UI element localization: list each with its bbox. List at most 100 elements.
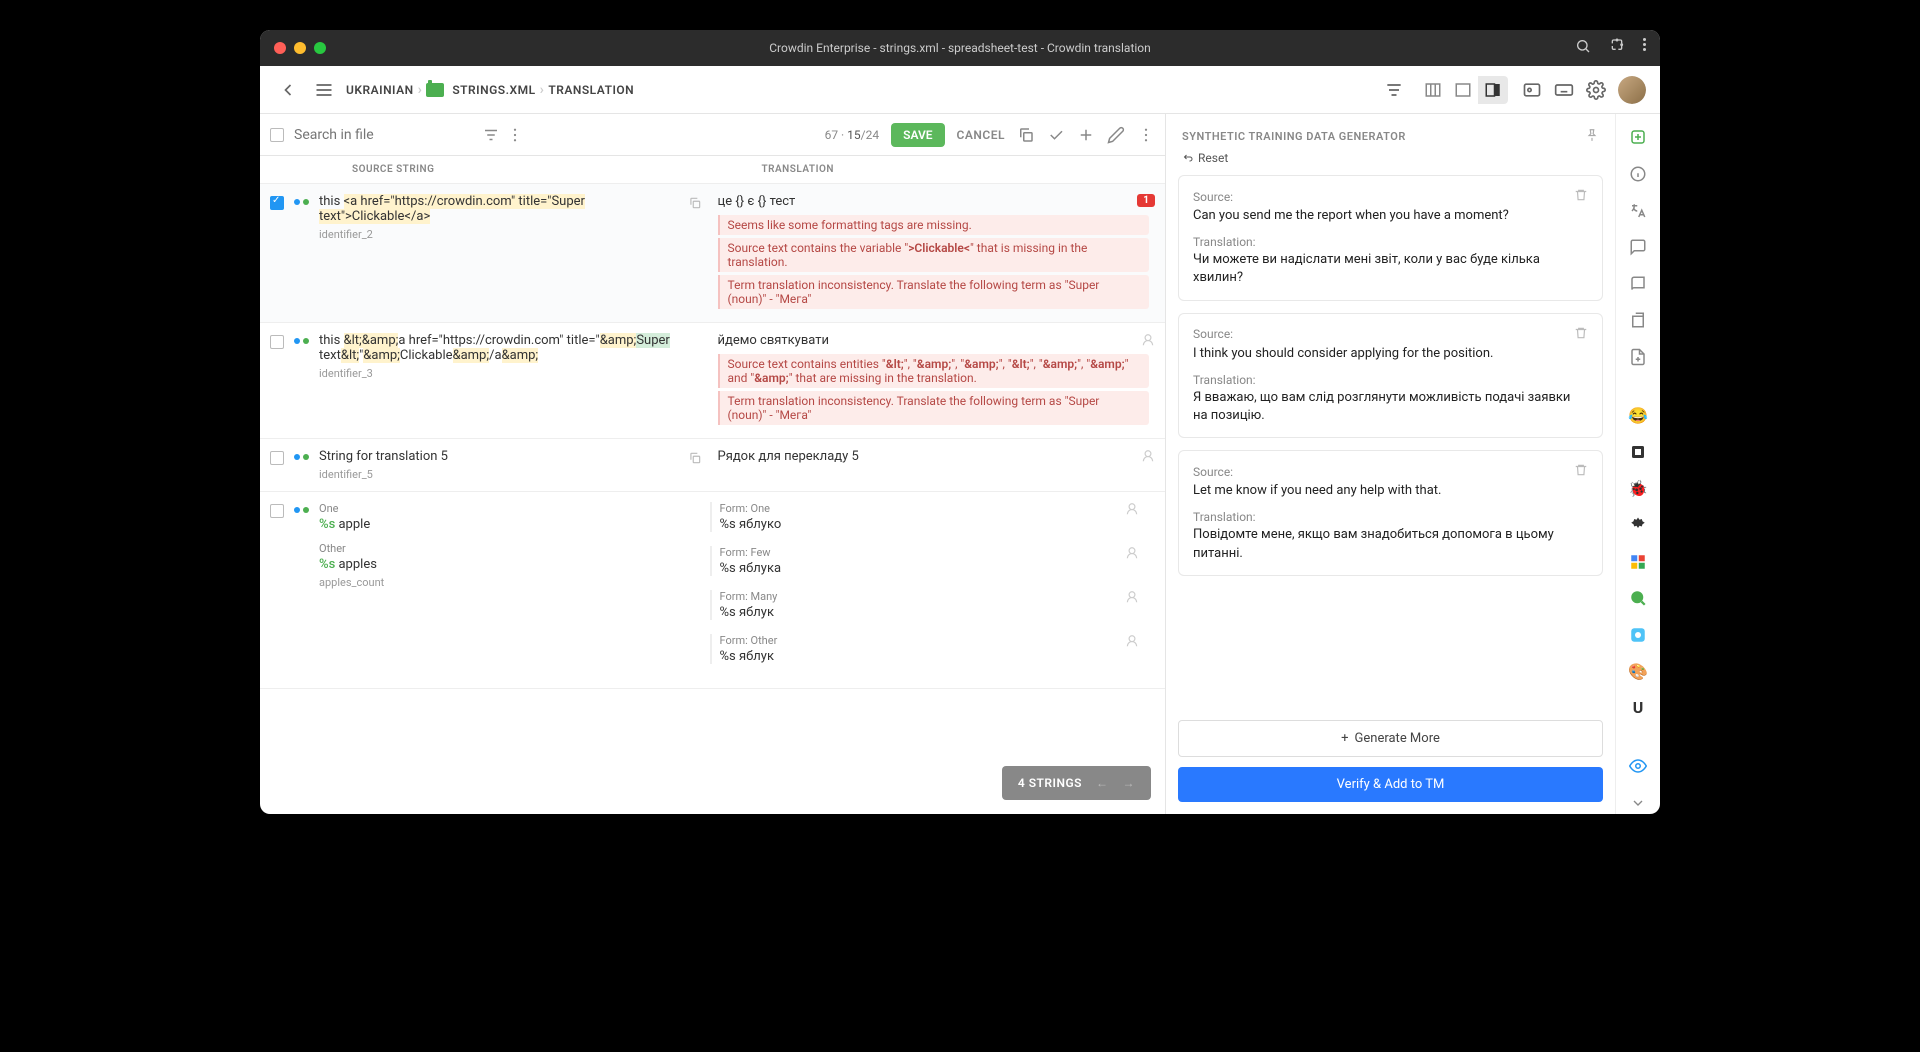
string-identifier: identifier_3 — [319, 367, 702, 380]
error-badge[interactable]: 1 — [1137, 194, 1155, 207]
row-checkbox[interactable] — [270, 504, 284, 518]
string-row[interactable]: One %s apple Other %s apples apples_coun… — [260, 492, 1165, 689]
source-text: this &lt;&amp;a href="https://crowdin.co… — [319, 333, 702, 363]
rail-emoji-laugh[interactable]: 😂 — [1626, 404, 1650, 427]
copy-source-icon[interactable] — [688, 196, 702, 312]
approve-icon[interactable] — [1047, 126, 1065, 144]
sort-icon[interactable] — [1380, 76, 1408, 104]
plural-form-label: Form: One — [720, 502, 1120, 515]
breadcrumb-mode[interactable]: TRANSLATION — [548, 83, 634, 97]
save-button[interactable]: SAVE — [891, 123, 944, 147]
qa-warning: Source text contains entities "&lt;", "&… — [718, 354, 1150, 388]
minimize-window-button[interactable] — [294, 42, 306, 54]
rail-library-icon[interactable] — [1626, 309, 1650, 332]
rail-u-icon[interactable]: U — [1626, 697, 1650, 720]
rail-bug-icon[interactable]: 🐞 — [1626, 477, 1650, 500]
approve-row-icon[interactable] — [1125, 590, 1139, 608]
source-text: %s apple — [319, 517, 702, 532]
translation-text[interactable]: йдемо святкувати — [718, 333, 1150, 348]
verify-add-tm-button[interactable]: Verify & Add to TM — [1178, 767, 1603, 802]
generate-more-button[interactable]: +Generate More — [1178, 720, 1603, 757]
translation-text[interactable]: %s яблуко — [720, 517, 1120, 532]
delete-card-icon[interactable] — [1574, 463, 1588, 480]
reset-button[interactable]: Reset — [1166, 151, 1615, 175]
rail-add-icon[interactable] — [1626, 126, 1650, 149]
status-indicator — [294, 507, 309, 678]
keyboard-icon[interactable] — [1550, 76, 1578, 104]
settings-icon[interactable] — [1582, 76, 1610, 104]
approve-row-icon[interactable] — [1125, 502, 1139, 520]
chevron-right-icon: › — [540, 82, 545, 98]
rail-file-icon[interactable] — [1626, 346, 1650, 369]
plural-form-label: One — [319, 502, 702, 515]
delete-card-icon[interactable] — [1574, 326, 1588, 343]
approve-row-icon[interactable] — [1125, 546, 1139, 564]
translation-text[interactable]: Рядок для перекладу 5 — [718, 449, 1150, 464]
rail-lens-icon[interactable] — [1626, 623, 1650, 646]
rail-eye-icon[interactable] — [1626, 755, 1650, 778]
card-source-text[interactable]: Let me know if you need any help with th… — [1193, 482, 1588, 500]
rail-search-green-icon[interactable] — [1626, 587, 1650, 610]
cards-list: Source: Can you send me the report when … — [1166, 175, 1615, 708]
select-all-checkbox[interactable] — [270, 128, 284, 142]
edit-icon[interactable] — [1107, 126, 1125, 144]
view-side-button[interactable] — [1478, 76, 1508, 104]
rail-expand-icon[interactable] — [1626, 791, 1650, 814]
file-icon — [426, 83, 444, 97]
more-options-icon[interactable] — [506, 126, 524, 144]
delete-card-icon[interactable] — [1574, 188, 1588, 205]
rail-color-wheel-icon[interactable]: 🎨 — [1626, 660, 1650, 683]
string-row[interactable]: this &lt;&amp;a href="https://crowdin.co… — [260, 323, 1165, 439]
approve-row-icon[interactable] — [1141, 449, 1155, 467]
menu-button[interactable] — [310, 76, 338, 104]
row-checkbox[interactable] — [270, 335, 284, 349]
view-columns-button[interactable] — [1418, 76, 1448, 104]
rail-comments-icon[interactable] — [1626, 236, 1650, 259]
filter-icon[interactable] — [482, 126, 500, 144]
string-row[interactable]: this <a href="https://crowdin.com" title… — [260, 184, 1165, 323]
screenshot-icon[interactable] — [1518, 76, 1546, 104]
more-icon[interactable] — [1137, 126, 1155, 144]
rail-book-icon[interactable] — [1626, 272, 1650, 295]
approve-row-icon[interactable] — [1125, 634, 1139, 652]
back-button[interactable] — [274, 76, 302, 104]
rail-gear-dark-icon[interactable] — [1626, 514, 1650, 537]
breadcrumb-language[interactable]: UKRAINIAN — [346, 83, 414, 97]
user-avatar[interactable] — [1618, 76, 1646, 104]
prev-page-button[interactable]: ← — [1096, 776, 1109, 790]
add-icon[interactable] — [1077, 126, 1095, 144]
strings-list: this <a href="https://crowdin.com" title… — [260, 184, 1165, 814]
translation-text[interactable]: %s яблука — [720, 561, 1120, 576]
search-input[interactable] — [290, 123, 476, 147]
extensions-icon[interactable] — [1609, 38, 1625, 58]
card-source-text[interactable]: I think you should consider applying for… — [1193, 345, 1588, 363]
copy-icon[interactable] — [1017, 126, 1035, 144]
cancel-button[interactable]: CANCEL — [957, 128, 1005, 142]
browser-search-icon[interactable] — [1575, 38, 1591, 58]
row-checkbox[interactable] — [270, 451, 284, 465]
row-checkbox[interactable] — [270, 196, 284, 210]
pin-panel-icon[interactable] — [1585, 128, 1599, 145]
string-row[interactable]: String for translation 5 identifier_5 Ря… — [260, 439, 1165, 492]
card-translation-text[interactable]: Я вважаю, що вам слід розглянути можливі… — [1193, 389, 1588, 425]
translation-text[interactable]: це {} є {} тест — [718, 194, 1150, 209]
card-translation-text[interactable]: Чи можете ви надіслати мені звіт, коли у… — [1193, 251, 1588, 287]
rail-translate-icon[interactable] — [1626, 199, 1650, 222]
maximize-window-button[interactable] — [314, 42, 326, 54]
copy-source-icon[interactable] — [688, 451, 702, 481]
rail-app-2-icon[interactable] — [1626, 550, 1650, 573]
rail-info-icon[interactable] — [1626, 163, 1650, 186]
browser-menu-icon[interactable] — [1643, 38, 1646, 58]
translation-text[interactable]: %s яблук — [720, 605, 1120, 620]
breadcrumb-file[interactable]: STRINGS.XML — [452, 83, 535, 97]
next-page-button[interactable]: → — [1123, 776, 1136, 790]
source-column-header: SOURCE STRING — [260, 164, 756, 175]
card-source-text[interactable]: Can you send me the report when you have… — [1193, 207, 1588, 225]
view-single-button[interactable] — [1448, 76, 1478, 104]
translation-text[interactable]: %s яблук — [720, 649, 1120, 664]
approve-row-icon[interactable] — [1141, 333, 1155, 351]
rail-app-1-icon[interactable] — [1626, 440, 1650, 463]
card-translation-text[interactable]: Повідомте мене, якщо вам знадобиться доп… — [1193, 526, 1588, 562]
editor-subbar: 67 · 15/24 SAVE CANCEL — [260, 114, 1165, 156]
close-window-button[interactable] — [274, 42, 286, 54]
